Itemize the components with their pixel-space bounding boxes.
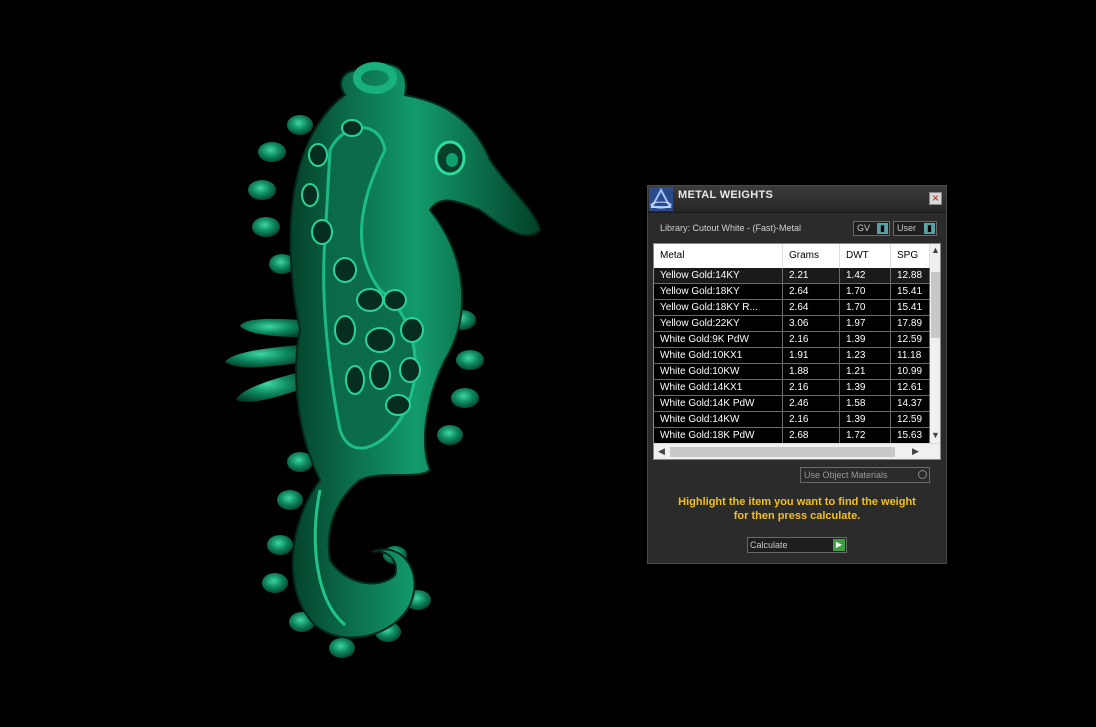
cell-dwt: 1.72 bbox=[840, 428, 891, 443]
cell-metal: White Gold:9K PdW bbox=[654, 332, 783, 348]
cell-grams: 2.16 bbox=[783, 332, 840, 348]
scroll-up-icon[interactable]: ▲ bbox=[930, 245, 940, 255]
calculate-label: Calculate bbox=[750, 540, 788, 550]
table-row[interactable]: White Gold:14KX1 2.16 1.39 12.61 bbox=[654, 380, 930, 396]
cell-spg: 12.59 bbox=[891, 332, 930, 348]
cell-spg: 14.37 bbox=[891, 396, 930, 412]
cell-grams: 1.88 bbox=[783, 364, 840, 380]
play-icon: ▶ bbox=[833, 539, 845, 551]
cell-metal: White Gold:14K PdW bbox=[654, 396, 783, 412]
cell-grams: 2.68 bbox=[783, 428, 840, 443]
panel-title: METAL WEIGHTS bbox=[678, 189, 774, 201]
table-row[interactable]: White Gold:9K PdW 2.16 1.39 12.59 bbox=[654, 332, 930, 348]
table-body: Yellow Gold:14KY 2.21 1.42 12.88 Yellow … bbox=[654, 268, 930, 443]
scroll-right-icon[interactable]: ▶ bbox=[910, 446, 921, 457]
metal-weights-panel: METAL WEIGHTS × Library: Cutout White - … bbox=[647, 185, 947, 564]
column-header-metal[interactable]: Metal bbox=[654, 244, 783, 268]
cell-spg: 15.41 bbox=[891, 300, 930, 316]
dropdown-arrow-icon: ▮ bbox=[877, 223, 888, 234]
table-row[interactable]: White Gold:10KW 1.88 1.21 10.99 bbox=[654, 364, 930, 380]
cell-spg: 12.88 bbox=[891, 268, 930, 284]
instruction-line-1: Highlight the item you want to find the … bbox=[678, 496, 916, 508]
gv-select-label: GV bbox=[857, 223, 871, 233]
use-object-materials-label: Use Object Materials bbox=[804, 470, 888, 480]
user-select[interactable]: User ▮ bbox=[893, 221, 937, 236]
cell-spg: 12.59 bbox=[891, 412, 930, 428]
cell-metal: Yellow Gold:22KY bbox=[654, 316, 783, 332]
user-select-label: User bbox=[897, 223, 917, 233]
app-logo-icon bbox=[649, 187, 673, 211]
column-header-dwt[interactable]: DWT bbox=[840, 244, 891, 268]
cell-metal: Yellow Gold:18KY bbox=[654, 284, 783, 300]
dropdown-arrow-icon: ▮ bbox=[924, 223, 935, 234]
cell-dwt: 1.70 bbox=[840, 300, 891, 316]
cell-spg: 17.89 bbox=[891, 316, 930, 332]
cell-grams: 2.16 bbox=[783, 412, 840, 428]
horizontal-scroll-thumb[interactable] bbox=[670, 447, 895, 457]
cell-spg: 11.18 bbox=[891, 348, 930, 364]
cell-grams: 3.06 bbox=[783, 316, 840, 332]
panel-titlebar[interactable]: METAL WEIGHTS × bbox=[648, 186, 946, 213]
seahorse-model bbox=[225, 62, 542, 658]
table-row[interactable]: White Gold:14K PdW 2.46 1.58 14.37 bbox=[654, 396, 930, 412]
column-header-grams[interactable]: Grams bbox=[783, 244, 840, 268]
cell-spg: 12.61 bbox=[891, 380, 930, 396]
table-row[interactable]: Yellow Gold:18KY R... 2.64 1.70 15.41 bbox=[654, 300, 930, 316]
cell-spg: 15.63 bbox=[891, 428, 930, 443]
column-header-spg[interactable]: SPG bbox=[891, 244, 930, 268]
cell-spg: 15.41 bbox=[891, 284, 930, 300]
library-label: Library: Cutout White - (Fast)-Metal bbox=[660, 223, 802, 233]
table-row[interactable]: Yellow Gold:22KY 3.06 1.97 17.89 bbox=[654, 316, 930, 332]
cell-dwt: 1.21 bbox=[840, 364, 891, 380]
cell-grams: 1.91 bbox=[783, 348, 840, 364]
radio-icon[interactable] bbox=[918, 470, 927, 479]
gv-select[interactable]: GV ▮ bbox=[853, 221, 890, 236]
table-row[interactable]: White Gold:18K PdW 2.68 1.72 15.63 bbox=[654, 428, 930, 443]
seahorse-fin bbox=[225, 318, 305, 402]
cell-dwt: 1.70 bbox=[840, 284, 891, 300]
table-row[interactable]: Yellow Gold:14KY 2.21 1.42 12.88 bbox=[654, 268, 930, 284]
cell-metal: White Gold:14KW bbox=[654, 412, 783, 428]
scroll-left-icon[interactable]: ◀ bbox=[656, 446, 667, 457]
cell-metal: Yellow Gold:18KY R... bbox=[654, 300, 783, 316]
table-row[interactable]: Yellow Gold:18KY 2.64 1.70 15.41 bbox=[654, 284, 930, 300]
cell-dwt: 1.58 bbox=[840, 396, 891, 412]
instruction-text: Highlight the item you want to find the … bbox=[648, 495, 946, 523]
calculate-button[interactable]: Calculate ▶ bbox=[747, 537, 847, 553]
horizontal-scrollbar[interactable]: ◀ ▶ bbox=[654, 443, 940, 459]
cell-dwt: 1.23 bbox=[840, 348, 891, 364]
scroll-down-icon[interactable]: ▼ bbox=[930, 430, 940, 440]
cell-metal: White Gold:10KW bbox=[654, 364, 783, 380]
close-icon[interactable]: × bbox=[929, 192, 942, 205]
metal-table: Metal Grams DWT SPG Yellow Gold:14KY 2.2… bbox=[653, 243, 941, 460]
cell-dwt: 1.42 bbox=[840, 268, 891, 284]
instruction-line-2: for then press calculate. bbox=[733, 510, 861, 522]
cell-grams: 2.64 bbox=[783, 284, 840, 300]
cell-dwt: 1.97 bbox=[840, 316, 891, 332]
table-header: Metal Grams DWT SPG bbox=[654, 244, 930, 269]
cell-metal: White Gold:10KX1 bbox=[654, 348, 783, 364]
cell-dwt: 1.39 bbox=[840, 412, 891, 428]
cell-dwt: 1.39 bbox=[840, 380, 891, 396]
vertical-scrollbar[interactable]: ▲ ▼ bbox=[930, 244, 940, 443]
cell-metal: White Gold:18K PdW bbox=[654, 428, 783, 443]
cell-spg: 10.99 bbox=[891, 364, 930, 380]
vertical-scroll-thumb[interactable] bbox=[931, 272, 940, 338]
table-row[interactable]: White Gold:10KX1 1.91 1.23 11.18 bbox=[654, 348, 930, 364]
use-object-materials-option[interactable]: Use Object Materials bbox=[800, 467, 930, 483]
cell-grams: 2.46 bbox=[783, 396, 840, 412]
cell-metal: Yellow Gold:14KY bbox=[654, 268, 783, 284]
cell-grams: 2.21 bbox=[783, 268, 840, 284]
cell-dwt: 1.39 bbox=[840, 332, 891, 348]
cell-grams: 2.16 bbox=[783, 380, 840, 396]
table-row[interactable]: White Gold:14KW 2.16 1.39 12.59 bbox=[654, 412, 930, 428]
cell-grams: 2.64 bbox=[783, 300, 840, 316]
cell-metal: White Gold:14KX1 bbox=[654, 380, 783, 396]
